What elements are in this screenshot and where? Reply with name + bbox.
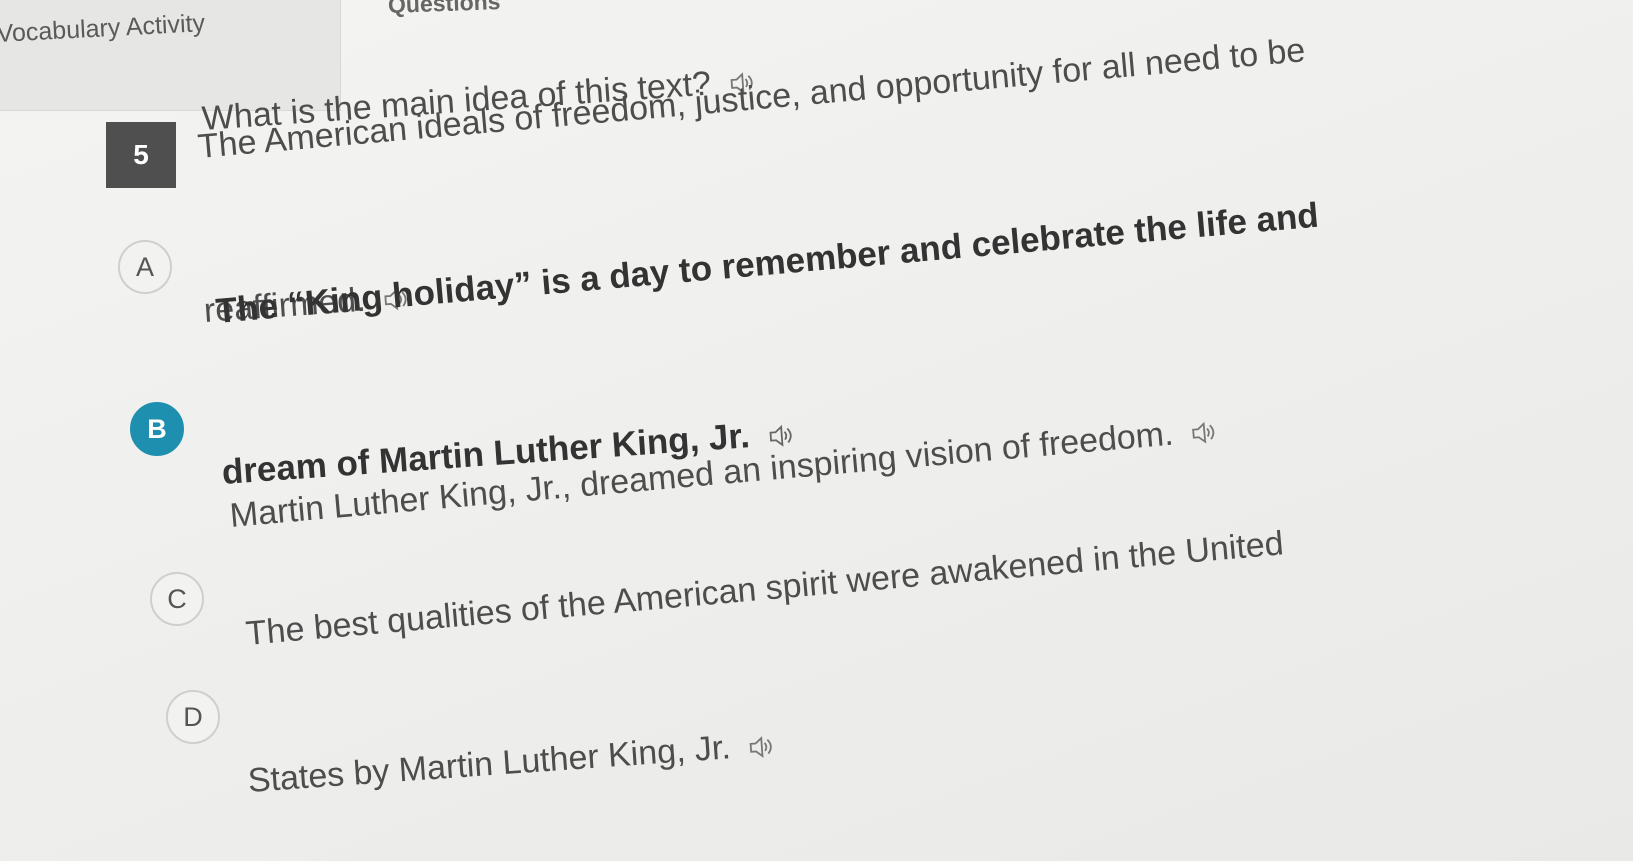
option-d-text-1: The best qualities of the American spiri… bbox=[244, 524, 1286, 653]
option-b-line-1[interactable]: The “King holiday” is a day to remember … bbox=[214, 196, 1320, 332]
option-d-badge[interactable]: D bbox=[166, 690, 220, 744]
speaker-icon[interactable] bbox=[747, 734, 775, 760]
option-d-line-2[interactable]: States by Martin Luther King, Jr. bbox=[247, 725, 776, 801]
option-a-badge[interactable]: A bbox=[118, 240, 172, 294]
tab-questions[interactable]: Questions bbox=[388, 0, 501, 19]
option-b-badge[interactable]: B bbox=[130, 402, 184, 456]
speaker-icon[interactable] bbox=[1190, 420, 1218, 446]
option-c-badge[interactable]: C bbox=[150, 572, 204, 626]
option-d-line-1[interactable]: The best qualities of the American spiri… bbox=[244, 524, 1285, 654]
speaker-icon[interactable] bbox=[767, 423, 795, 449]
option-b-text-1: The “King holiday” is a day to remember … bbox=[214, 195, 1321, 331]
tab-vocabulary-activity-label: Vocabulary Activity bbox=[0, 9, 206, 48]
option-d-text-2: States by Martin Luther King, Jr. bbox=[246, 728, 732, 800]
question-number: 5 bbox=[106, 122, 176, 188]
